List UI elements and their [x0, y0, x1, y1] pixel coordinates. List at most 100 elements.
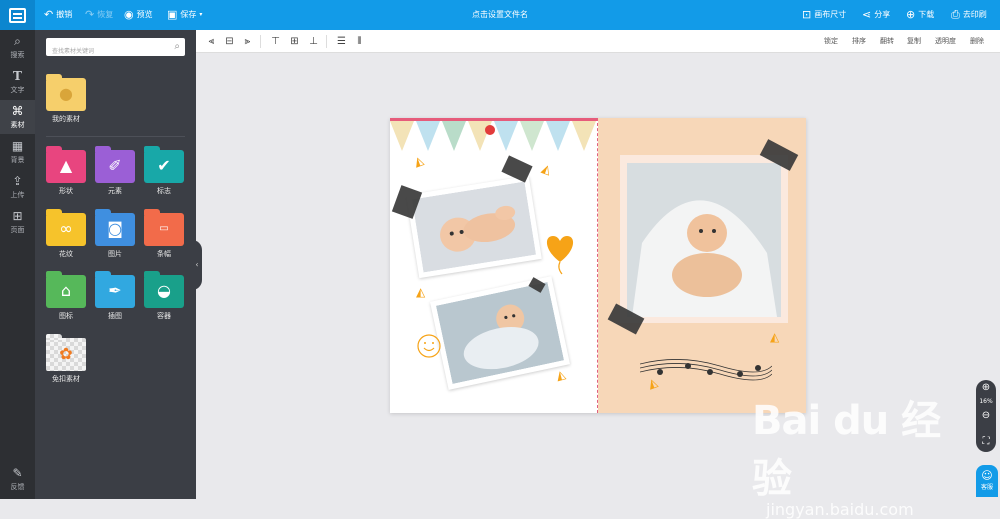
nav-upload[interactable]: ⇪ 上传 [0, 170, 35, 204]
heart-balloon-icon[interactable] [540, 228, 580, 278]
material-icon: ⌘ [11, 103, 24, 118]
baby-photo-3[interactable] [627, 163, 781, 317]
chevron-left-icon: ‹ [195, 260, 199, 269]
redo-icon: ↷ [85, 8, 95, 21]
banner-folder-icon: ▭ [144, 209, 184, 246]
music-notes-doodle[interactable] [640, 352, 772, 384]
save-button[interactable]: ▣ 保存 ▾ [167, 8, 202, 22]
align-left-icon[interactable]: ⫷ [206, 36, 217, 47]
printer-icon: ⎙ [951, 8, 960, 21]
document-title[interactable]: 点击设置文件名 [472, 10, 528, 19]
distribute-horizontal-icon[interactable]: ⦀ [354, 36, 365, 47]
customer-service-button[interactable]: ☺ 客服 [976, 465, 998, 497]
nav-material[interactable]: ⌘ 素材 [0, 100, 35, 134]
zoom-out-icon[interactable]: ⊖ [976, 408, 996, 424]
copy-button[interactable]: 复制 [907, 36, 921, 47]
bunting-flag[interactable] [494, 121, 518, 151]
category-banner[interactable]: ▭ 条幅 [143, 209, 185, 259]
undo-button[interactable]: ↶ 撤销 [44, 8, 72, 22]
search-icon[interactable]: ⌕ [174, 41, 180, 53]
bunting-flag[interactable] [390, 121, 414, 151]
bunting-flag[interactable] [546, 121, 570, 151]
pizza-doodle-icon[interactable]: ◭ [770, 330, 779, 344]
align-center-h-icon[interactable]: ⊟ [224, 36, 235, 47]
app-logo[interactable] [0, 0, 35, 30]
headset-icon: ☺ [981, 469, 993, 482]
pizza-doodle-icon[interactable]: ◭ [412, 153, 425, 169]
toolbar-separator [326, 35, 327, 48]
category-image[interactable]: ◙ 图片 [94, 209, 136, 259]
baby-photo-1[interactable] [406, 175, 542, 279]
align-top-icon[interactable]: ⊤ [270, 36, 281, 47]
watermark-url: jingyan.baidu.com [766, 500, 914, 519]
lock-button[interactable]: 锁定 [824, 36, 838, 47]
search-icon: ⌕ [14, 33, 21, 48]
print-button[interactable]: ⎙ 去印刷 [951, 8, 987, 22]
canvas-size-button[interactable]: ⊡ 画布尺寸 [802, 8, 846, 22]
baby-photo-image [435, 282, 565, 384]
category-shape[interactable]: ▲ 形状 [45, 146, 87, 196]
logo-folder-icon: ✔ [144, 146, 184, 183]
bunting-flag[interactable] [520, 121, 544, 151]
smiley-doodle-icon[interactable] [416, 333, 442, 359]
download-icon: ⊕ [906, 8, 916, 21]
share-button[interactable]: ⋖ 分享 [862, 8, 890, 22]
align-bottom-icon[interactable]: ⊥ [308, 36, 319, 47]
search-input[interactable] [46, 42, 164, 61]
pizza-doodle-icon[interactable]: ◭ [416, 285, 425, 299]
save-icon: ▣ [167, 8, 178, 21]
share-icon: ⋖ [862, 8, 872, 21]
pizza-doodle-icon[interactable]: ◭ [554, 367, 567, 383]
upload-icon: ⇪ [12, 173, 23, 188]
order-button[interactable]: 排序 [852, 36, 866, 47]
align-right-icon[interactable]: ⫸ [242, 36, 253, 47]
category-pattern[interactable]: ∞ 花纹 [45, 209, 87, 259]
my-material-folder[interactable]: ● 我的素材 [45, 74, 87, 124]
baby-photo-image [411, 181, 537, 273]
collapse-panel-button[interactable]: ‹ [192, 240, 202, 290]
align-middle-icon[interactable]: ⊞ [289, 36, 300, 47]
category-logo[interactable]: ✔ 标志 [143, 146, 185, 196]
zoom-in-icon[interactable]: ⊕ [976, 380, 996, 396]
nav-search[interactable]: ⌕ 搜索 [0, 30, 35, 64]
redo-button[interactable]: ↷ 恢复 [85, 8, 113, 22]
eye-icon: ◉ [124, 8, 134, 21]
feedback-icon: ✎ [12, 465, 23, 480]
category-container[interactable]: ◒ 容器 [143, 271, 185, 321]
text-icon: T [13, 68, 22, 83]
baby-illustration [627, 163, 781, 317]
icon-folder-icon: ⌂ [46, 271, 86, 308]
baby-photo-2[interactable] [429, 276, 571, 390]
category-illustration[interactable]: ✒ 插图 [94, 271, 136, 321]
container-folder-icon: ◒ [144, 271, 184, 308]
delete-button[interactable]: 删除 [970, 36, 984, 47]
fit-screen-button[interactable]: ⛶ [976, 432, 996, 452]
zoom-level: 16% [979, 398, 993, 405]
baby-illustration [435, 282, 565, 384]
nav-feedback[interactable]: ✎ 反馈 [0, 462, 35, 496]
design-canvas[interactable]: ◭ ◭ ◭ ◭ ◭ ◭ [390, 118, 806, 413]
cutout-folder-icon: ✿ [46, 334, 86, 371]
preview-button[interactable]: ◉ 预览 [124, 8, 153, 22]
category-icon[interactable]: ⌂ 图标 [45, 271, 87, 321]
nav-text[interactable]: T 文字 [0, 65, 35, 99]
element-folder-icon: ✐ [95, 146, 135, 183]
category-cutout[interactable]: ✿ 免扣素材 [45, 334, 87, 384]
flip-button[interactable]: 翻转 [880, 36, 894, 47]
category-element[interactable]: ✐ 元素 [94, 146, 136, 196]
baby-illustration [411, 181, 537, 273]
undo-icon: ↶ [44, 8, 54, 21]
nav-background[interactable]: ▦ 背景 [0, 135, 35, 169]
folder-icon: ● [46, 74, 86, 111]
nav-page[interactable]: ⊞ 页面 [0, 205, 35, 239]
pizza-doodle-icon[interactable]: ◭ [540, 161, 553, 177]
fit-icon: ⛶ [982, 436, 990, 447]
illustration-folder-icon: ✒ [95, 271, 135, 308]
bunting-flag[interactable] [572, 121, 596, 151]
distribute-vertical-icon[interactable]: ☰ [336, 36, 347, 47]
bunting-flag[interactable] [442, 121, 466, 151]
bunting-flag[interactable] [416, 121, 440, 151]
warning-badge-icon [485, 125, 495, 135]
opacity-button[interactable]: 透明度 [935, 36, 956, 47]
download-button[interactable]: ⊕ 下载 [906, 8, 934, 22]
